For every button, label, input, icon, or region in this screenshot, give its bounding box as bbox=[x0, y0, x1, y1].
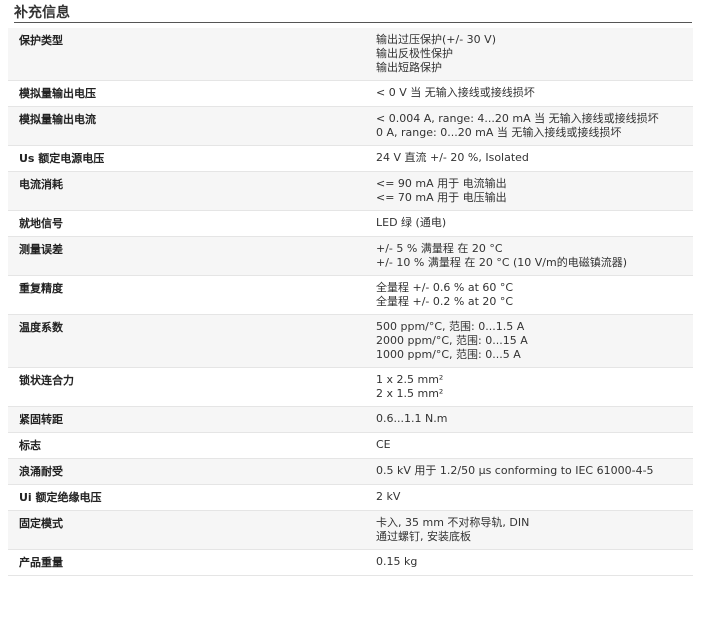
spec-value-line: 2 kV bbox=[376, 490, 401, 503]
spec-row: 重复精度 全量程 +/- 0.6 % at 60 °C 全量程 +/- 0.2 % … bbox=[8, 275, 693, 315]
spec-row: 模拟量输出电流 < 0.004 A, range: 4...20 mA 当 无输入… bbox=[8, 106, 693, 146]
spec-row: 保护类型 输出过压保护(+/- 30 V) 输出反极性保护 输出短路保护 bbox=[8, 28, 693, 81]
spec-label: 模拟量输出电流 bbox=[8, 106, 365, 146]
spec-label: 就地信号 bbox=[8, 210, 365, 237]
spec-label: 标志 bbox=[8, 432, 365, 459]
spec-value: 500 ppm/°C, 范围: 0...1.5 A 2000 ppm/°C, 范围… bbox=[365, 314, 693, 368]
spec-value-line: 0.15 kg bbox=[376, 555, 418, 568]
spec-row: 固定模式 卡入, 35 mm 不对称导轨, DIN 通过螺钉, 安装底板 bbox=[8, 510, 693, 550]
spec-row: 温度系数 500 ppm/°C, 范围: 0...1.5 A 2000 ppm/°C… bbox=[8, 314, 693, 368]
section-title: 补充信息 bbox=[14, 4, 692, 23]
spec-value: < 0 V 当 无输入接线或接线损坏 bbox=[365, 80, 693, 107]
spec-label: Us 额定电源电压 bbox=[8, 145, 365, 172]
spec-value-line: 2000 ppm/°C, 范围: 0...15 A bbox=[376, 334, 528, 347]
spec-label: 保护类型 bbox=[8, 28, 365, 81]
spec-value-line: 1000 ppm/°C, 范围: 0...5 A bbox=[376, 348, 521, 361]
spec-value-line: 0.6...1.1 N.m bbox=[376, 412, 448, 425]
spec-label: 温度系数 bbox=[8, 314, 365, 368]
spec-label: 浪涌耐受 bbox=[8, 458, 365, 485]
spec-value-line: 输出短路保护 bbox=[376, 61, 442, 74]
spec-label: 电流消耗 bbox=[8, 171, 365, 211]
spec-value: 0.15 kg bbox=[365, 549, 693, 576]
spec-value-line: 卡入, 35 mm 不对称导轨, DIN bbox=[376, 516, 530, 529]
spec-row: 浪涌耐受 0.5 kV 用于 1.2/50 µs conforming to IE… bbox=[8, 458, 693, 485]
spec-value: LED 绿 (通电) bbox=[365, 210, 693, 237]
spec-value: CE bbox=[365, 432, 693, 459]
spec-value: 0.6...1.1 N.m bbox=[365, 406, 693, 433]
spec-row: 锁状连合力 1 x 2.5 mm² 2 x 1.5 mm² bbox=[8, 367, 693, 407]
spec-value-line: 500 ppm/°C, 范围: 0...1.5 A bbox=[376, 320, 525, 333]
spec-value-line: <= 90 mA 用于 电流输出 bbox=[376, 177, 507, 190]
spec-row: 标志 CE bbox=[8, 432, 693, 459]
spec-value: 1 x 2.5 mm² 2 x 1.5 mm² bbox=[365, 367, 693, 407]
spec-value-line: 24 V 直流 +/- 20 %, Isolated bbox=[376, 151, 529, 164]
spec-value: 24 V 直流 +/- 20 %, Isolated bbox=[365, 145, 693, 172]
spec-row: 就地信号 LED 绿 (通电) bbox=[8, 210, 693, 237]
spec-label: 测量误差 bbox=[8, 236, 365, 276]
spec-row: 测量误差 +/- 5 % 满量程 在 20 °C +/- 10 % 满量程 在 20… bbox=[8, 236, 693, 276]
spec-value: < 0.004 A, range: 4...20 mA 当 无输入接线或接线损坏… bbox=[365, 106, 693, 146]
spec-value-line: < 0 V 当 无输入接线或接线损坏 bbox=[376, 86, 535, 99]
spec-value-line: < 0.004 A, range: 4...20 mA 当 无输入接线或接线损坏 bbox=[376, 112, 659, 125]
spec-row: 模拟量输出电压 < 0 V 当 无输入接线或接线损坏 bbox=[8, 80, 693, 107]
spec-value: 全量程 +/- 0.6 % at 60 °C 全量程 +/- 0.2 % at 2… bbox=[365, 275, 693, 315]
spec-value-line: 输出过压保护(+/- 30 V) bbox=[376, 33, 496, 46]
spec-label: 锁状连合力 bbox=[8, 367, 365, 407]
spec-value-line: 0.5 kV 用于 1.2/50 µs conforming to IEC 61… bbox=[376, 464, 654, 477]
spec-value-line: 全量程 +/- 0.2 % at 20 °C bbox=[376, 295, 514, 308]
spec-label: 固定模式 bbox=[8, 510, 365, 550]
spec-value-line: +/- 5 % 满量程 在 20 °C bbox=[376, 242, 503, 255]
spec-value-line: 1 x 2.5 mm² bbox=[376, 373, 444, 386]
spec-table: 保护类型 输出过压保护(+/- 30 V) 输出反极性保护 输出短路保护 模拟量输出电压… bbox=[8, 28, 693, 576]
spec-row: 电流消耗 <= 90 mA 用于 电流输出 <= 70 mA 用于 电压输出 bbox=[8, 171, 693, 211]
spec-value: 输出过压保护(+/- 30 V) 输出反极性保护 输出短路保护 bbox=[365, 28, 693, 81]
spec-value: 2 kV bbox=[365, 484, 693, 511]
spec-value-line: LED 绿 (通电) bbox=[376, 216, 447, 229]
spec-value: <= 90 mA 用于 电流输出 <= 70 mA 用于 电压输出 bbox=[365, 171, 693, 211]
spec-value: +/- 5 % 满量程 在 20 °C +/- 10 % 满量程 在 20 °C … bbox=[365, 236, 693, 276]
spec-label: 产品重量 bbox=[8, 549, 365, 576]
spec-row: 产品重量 0.15 kg bbox=[8, 549, 693, 576]
spec-value-line: CE bbox=[376, 438, 391, 451]
spec-table-body: 保护类型 输出过压保护(+/- 30 V) 输出反极性保护 输出短路保护 模拟量输出电压… bbox=[8, 28, 693, 576]
spec-label: Ui 额定绝缘电压 bbox=[8, 484, 365, 511]
spec-value: 0.5 kV 用于 1.2/50 µs conforming to IEC 61… bbox=[365, 458, 693, 485]
spec-label: 重复精度 bbox=[8, 275, 365, 315]
spec-row: Us 额定电源电压 24 V 直流 +/- 20 %, Isolated bbox=[8, 145, 693, 172]
spec-label: 模拟量输出电压 bbox=[8, 80, 365, 107]
spec-value-line: 输出反极性保护 bbox=[376, 47, 453, 60]
spec-value-line: 2 x 1.5 mm² bbox=[376, 387, 444, 400]
spec-value-line: 全量程 +/- 0.6 % at 60 °C bbox=[376, 281, 514, 294]
spec-value: 卡入, 35 mm 不对称导轨, DIN 通过螺钉, 安装底板 bbox=[365, 510, 693, 550]
spec-row: Ui 额定绝缘电压 2 kV bbox=[8, 484, 693, 511]
spec-value-line: 0 A, range: 0...20 mA 当 无输入接线或接线损坏 bbox=[376, 126, 622, 139]
spec-label: 紧固转距 bbox=[8, 406, 365, 433]
spec-value-line: <= 70 mA 用于 电压输出 bbox=[376, 191, 507, 204]
spec-value-line: +/- 10 % 满量程 在 20 °C (10 V/m的电磁镇流器) bbox=[376, 256, 628, 269]
spec-value-line: 通过螺钉, 安装底板 bbox=[376, 530, 471, 543]
spec-row: 紧固转距 0.6...1.1 N.m bbox=[8, 406, 693, 433]
